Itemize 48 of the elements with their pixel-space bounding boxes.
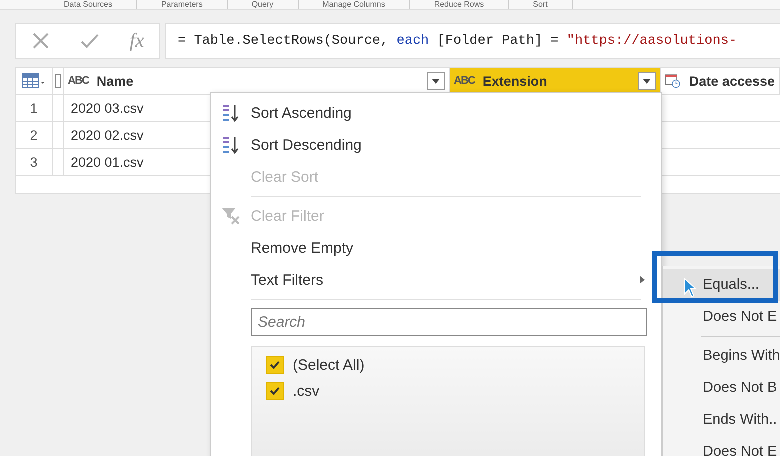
column-name: Name bbox=[96, 74, 135, 88]
submenu-arrow-icon bbox=[640, 276, 645, 284]
table-cell-text: 2020 02.csv bbox=[70, 126, 144, 144]
table-cell-text: 2020 01.csv bbox=[70, 154, 144, 172]
menu-item[interactable]: Does Not B bbox=[663, 372, 780, 404]
menu-item[interactable]: Sort Ascending bbox=[211, 97, 661, 129]
formula-field[interactable]: = Table.SelectRows(Source, each [Folder Path] = "https://aasolutions- bbox=[165, 23, 780, 59]
sort-ascending-icon bbox=[221, 103, 241, 123]
menu-item[interactable]: Does Not E bbox=[663, 301, 780, 333]
filter-dropdown-button[interactable] bbox=[638, 72, 656, 90]
search-field[interactable]: Search bbox=[251, 308, 647, 336]
ribbon-group-label: Reduce Rows bbox=[410, 0, 510, 9]
sort-descending-icon bbox=[221, 135, 241, 155]
column-header[interactable]: ABC Extension bbox=[450, 68, 661, 94]
menu-item[interactable]: Does Not E bbox=[663, 436, 780, 456]
column-name: Date accesse bbox=[689, 74, 775, 88]
clear-filter-icon bbox=[221, 206, 241, 226]
text-type-icon: ABC bbox=[68, 75, 89, 87]
ribbon-group-label: Data Sources bbox=[40, 0, 138, 9]
value-label: .csv bbox=[293, 382, 320, 400]
checkbox[interactable] bbox=[266, 382, 284, 400]
menu-item[interactable]: Ends With.. bbox=[663, 404, 780, 436]
text-type-icon: ABC bbox=[454, 75, 475, 87]
caret-icon bbox=[432, 78, 440, 84]
row-number: 3 bbox=[16, 149, 53, 175]
menu-item[interactable]: Text Filters bbox=[211, 264, 661, 296]
ribbon-group-label: Query bbox=[228, 0, 299, 9]
pointer-cursor-icon bbox=[684, 278, 698, 298]
menu-item[interactable]: Remove Empty bbox=[211, 232, 661, 264]
row-number: 1 bbox=[16, 95, 53, 121]
filter-dropdown-button[interactable] bbox=[427, 72, 445, 90]
column-header[interactable]: Date accesse bbox=[661, 68, 780, 94]
value-label: (Select All) bbox=[293, 356, 365, 374]
check-icon bbox=[269, 359, 281, 371]
column-name: Extension bbox=[482, 74, 548, 88]
ribbon-group-label: Manage Columns bbox=[298, 0, 410, 9]
table-icon bbox=[22, 73, 46, 89]
caret-icon bbox=[643, 78, 651, 84]
menu-item[interactable]: Sort Descending bbox=[211, 129, 661, 161]
table-cell-text: 2020 03.csv bbox=[70, 100, 144, 118]
ribbon-group-label: Sort bbox=[509, 0, 573, 9]
check-icon bbox=[269, 385, 281, 397]
row-number: 2 bbox=[16, 122, 53, 148]
checkbox[interactable] bbox=[266, 356, 284, 374]
column-splitter[interactable] bbox=[55, 74, 61, 88]
formula-text: = Table.SelectRows(Source, each [Folder Path] = "https://aasolutions- bbox=[178, 34, 738, 48]
menu-item[interactable]: Begins With bbox=[663, 340, 780, 372]
ribbon-group-label: Parameters bbox=[137, 0, 228, 9]
